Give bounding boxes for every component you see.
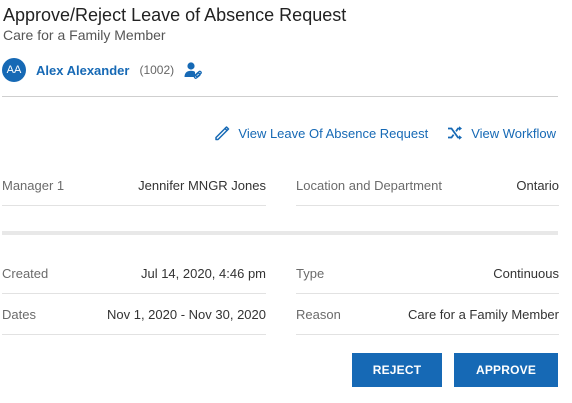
manager-label: Manager 1 [2, 177, 65, 193]
dates-field: Dates Nov 1, 2020 - Nov 30, 2020 [2, 294, 266, 335]
view-workflow-label: View Workflow [471, 125, 556, 141]
employee-id: (1002) [139, 63, 175, 77]
action-links: View Leave Of Absence Request View Workf… [213, 124, 556, 142]
pencil-icon [215, 126, 230, 141]
employee-name-link[interactable]: Alex Alexander [36, 63, 129, 78]
created-field: Created Jul 14, 2020, 4:46 pm [2, 253, 266, 294]
page-title: Approve/Reject Leave of Absence Request [3, 5, 347, 25]
view-request-link[interactable]: View Leave Of Absence Request [213, 124, 428, 142]
type-field: Type Continuous [296, 253, 559, 294]
page-subtitle: Care for a Family Member [3, 27, 166, 43]
avatar: AA [2, 58, 26, 82]
approve-button[interactable]: APPROVE [454, 353, 558, 387]
person-link-icon[interactable] [183, 60, 203, 80]
shuffle-icon [448, 126, 463, 140]
employee-info: AA Alex Alexander (1002) [2, 58, 203, 82]
view-workflow-link[interactable]: View Workflow [446, 124, 556, 142]
reason-value: Care for a Family Member [408, 306, 559, 322]
location-value: Ontario [516, 177, 559, 193]
location-field: Location and Department Ontario [296, 165, 559, 206]
dates-label: Dates [2, 306, 36, 322]
section-divider [2, 231, 558, 235]
type-value: Continuous [493, 265, 559, 281]
view-request-label: View Leave Of Absence Request [238, 125, 429, 141]
reason-field: Reason Care for a Family Member [296, 294, 559, 335]
manager-field: Manager 1 Jennifer MNGR Jones [2, 165, 266, 206]
manager-value: Jennifer MNGR Jones [138, 177, 266, 193]
reject-button[interactable]: REJECT [352, 353, 442, 387]
reason-label: Reason [296, 306, 341, 322]
dates-value: Nov 1, 2020 - Nov 30, 2020 [107, 306, 266, 322]
created-value: Jul 14, 2020, 4:46 pm [140, 265, 266, 281]
location-label: Location and Department [296, 177, 442, 193]
created-label: Created [2, 265, 49, 281]
header-divider [2, 96, 558, 97]
type-label: Type [296, 265, 325, 281]
